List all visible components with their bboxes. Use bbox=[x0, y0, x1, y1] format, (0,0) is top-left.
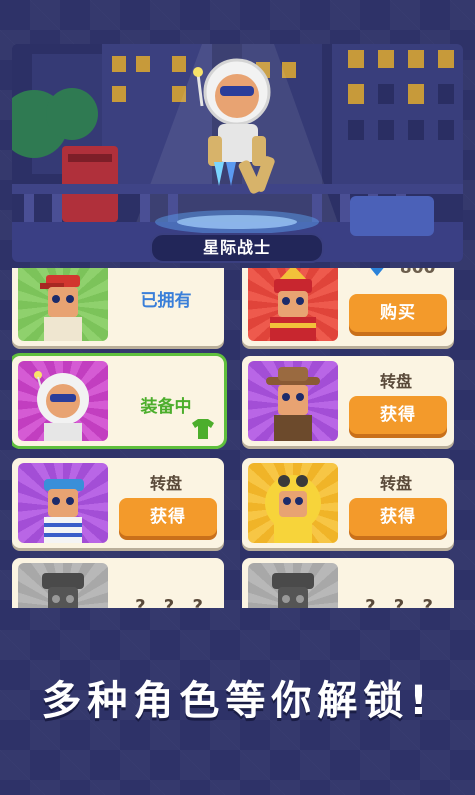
wheel-source-label: 转盘 bbox=[379, 474, 412, 493]
character-portrait bbox=[18, 361, 108, 441]
obtain-button[interactable]: 获得 bbox=[349, 498, 447, 536]
cowboy-icon bbox=[266, 367, 320, 441]
character-portrait bbox=[248, 361, 338, 441]
character-card-locked[interactable]: ? ? ? bbox=[242, 558, 454, 608]
character-name-label: 星际战士 bbox=[150, 233, 324, 263]
gem-icon bbox=[370, 268, 384, 276]
astronaut-icon bbox=[34, 371, 89, 441]
wheel-source-label: 转盘 bbox=[379, 372, 412, 391]
unknown-label: ? ? ? bbox=[135, 596, 209, 608]
character-card-wheel[interactable]: 转盘 获得 bbox=[242, 356, 454, 446]
promo-tagline: 多种角色等你解锁! bbox=[41, 678, 434, 724]
chicken-costume-icon bbox=[265, 475, 321, 543]
price-value: 800 bbox=[399, 268, 436, 278]
sailor-icon bbox=[44, 479, 84, 543]
character-card-equipped[interactable]: 装备中 bbox=[12, 356, 224, 446]
character-card-buy[interactable]: 800 购买 bbox=[242, 268, 454, 346]
character-portrait bbox=[248, 268, 338, 341]
character-portrait bbox=[248, 463, 338, 543]
red-cap-boy-icon bbox=[40, 275, 82, 341]
wheel-source-label: 转盘 bbox=[149, 474, 182, 493]
outfit-icon bbox=[192, 419, 214, 439]
character-card-owned[interactable]: 已拥有 bbox=[12, 268, 224, 346]
owned-status: 已拥有 bbox=[140, 291, 192, 311]
obtain-button[interactable]: 获得 bbox=[349, 396, 447, 434]
equipped-status: 装备中 bbox=[140, 397, 192, 417]
character-portrait bbox=[18, 463, 108, 543]
price-tag: 800 bbox=[366, 268, 452, 278]
locked-silhouette-icon bbox=[272, 573, 314, 608]
obtain-button[interactable]: 获得 bbox=[119, 498, 217, 536]
character-portrait bbox=[248, 563, 338, 608]
character-portrait bbox=[18, 268, 108, 341]
character-grid[interactable]: 已拥有 800 购买 装备中 转盘 获得 转盘 获得 转盘 获得 ? ? ? ?… bbox=[12, 268, 463, 608]
buy-button[interactable]: 购买 bbox=[349, 294, 447, 332]
samurai-icon bbox=[270, 268, 316, 341]
character-card-wheel[interactable]: 转盘 获得 bbox=[242, 458, 454, 548]
character-card-wheel[interactable]: 转盘 获得 bbox=[12, 458, 224, 548]
locked-silhouette-icon bbox=[42, 573, 84, 608]
character-portrait bbox=[18, 563, 108, 608]
unknown-label: ? ? ? bbox=[365, 596, 439, 608]
hero-scene bbox=[12, 44, 463, 262]
character-card-locked[interactable]: ? ? ? bbox=[12, 558, 224, 608]
night-city-illustration bbox=[12, 44, 463, 262]
